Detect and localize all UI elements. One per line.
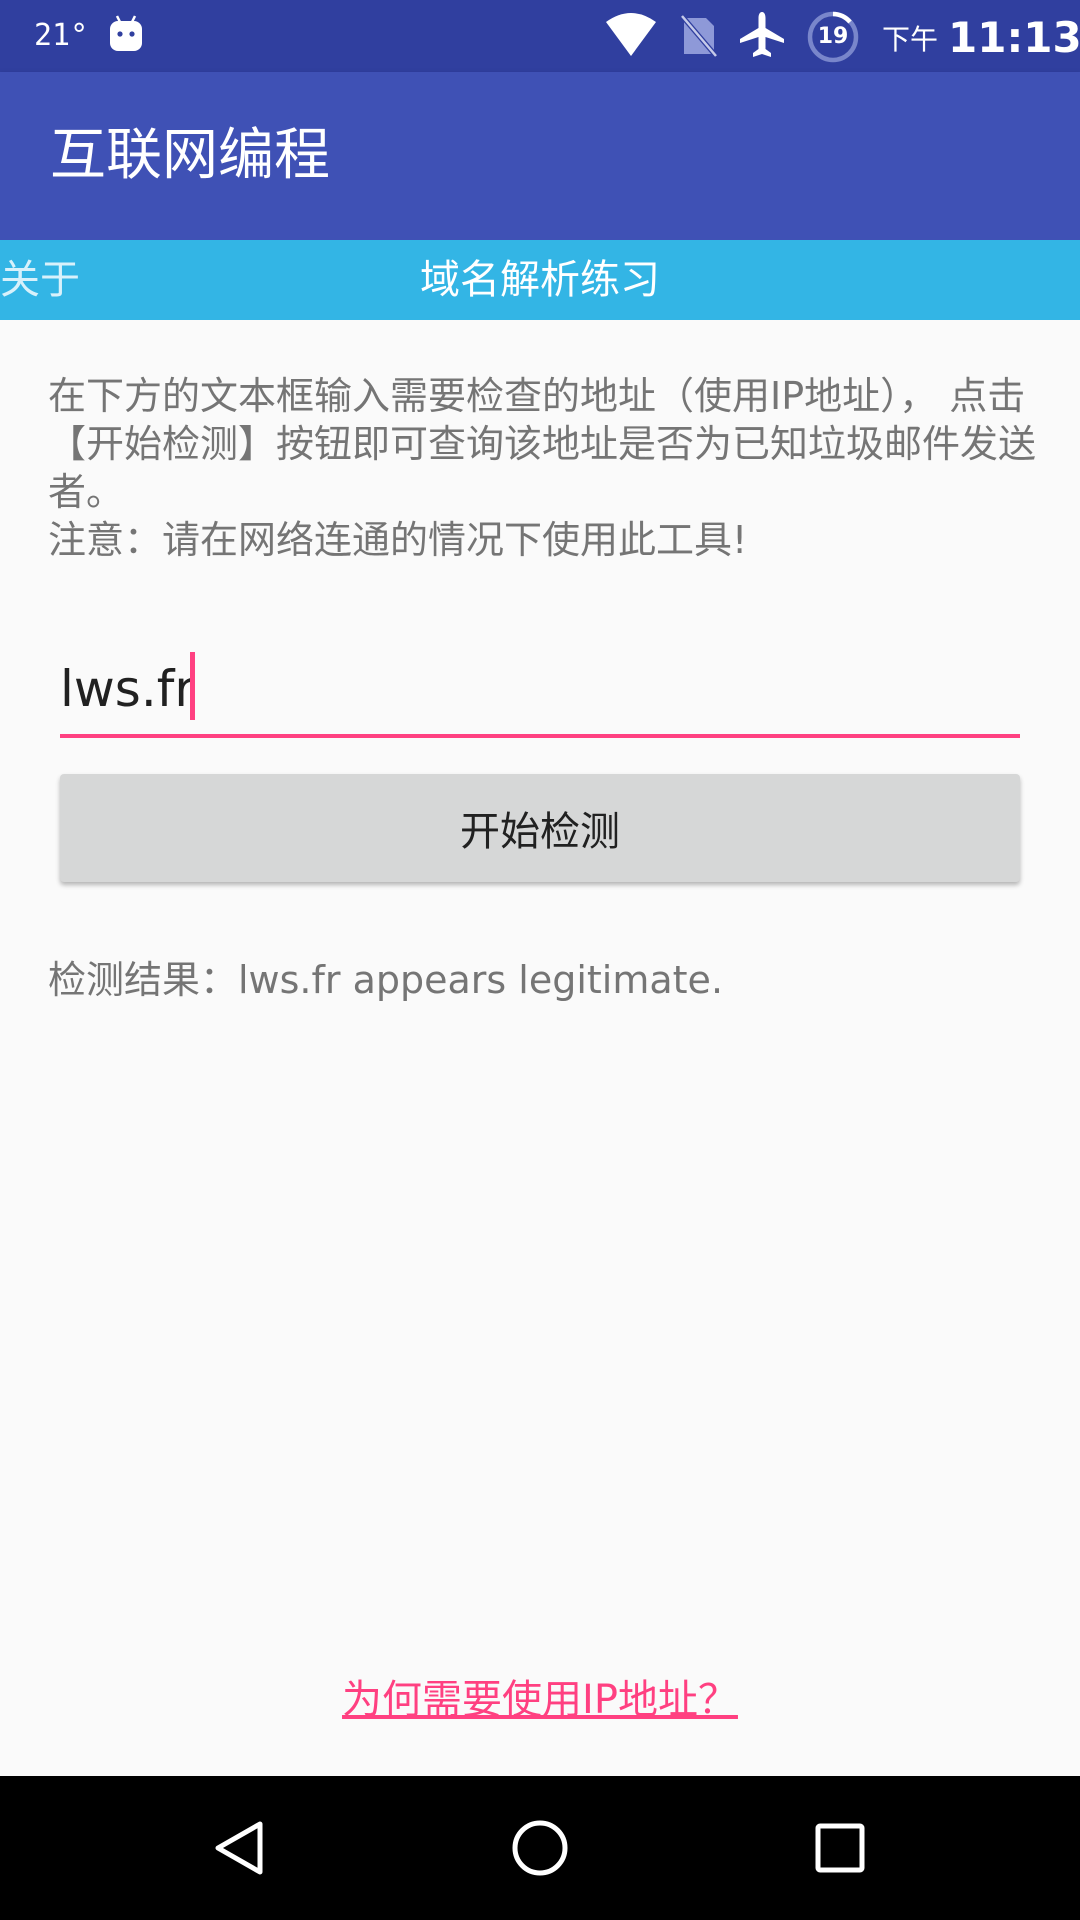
domain-input[interactable] xyxy=(60,648,1020,730)
back-icon[interactable] xyxy=(204,1812,276,1884)
clock-time: 11:13 xyxy=(948,13,1080,62)
instructions-text: 在下方的文本框输入需要检查的地址（使用IP地址）， 点击【开始检测】按钮即可查询… xyxy=(48,372,1038,564)
wifi-icon xyxy=(606,13,656,56)
text-cursor xyxy=(190,652,195,720)
no-sim-icon xyxy=(680,14,718,58)
screen: 21° 19 下午 11:13 互联网编程 域名解析练习 关于 在下方的文本框输… xyxy=(0,0,1080,1920)
start-check-button[interactable]: 开始检测 xyxy=(60,774,1020,882)
about-button[interactable]: 关于 xyxy=(0,258,80,302)
result-text: 检测结果：lws.fr appears legitimate. xyxy=(48,958,724,1002)
android-icon xyxy=(110,15,142,51)
recents-icon[interactable] xyxy=(804,1812,876,1884)
app-bar: 互联网编程 xyxy=(0,72,1080,240)
home-icon[interactable] xyxy=(504,1812,576,1884)
battery-level: 19 xyxy=(817,24,849,49)
instructions-line-2: 注意：请在网络连通的情况下使用此工具! xyxy=(48,518,748,562)
sub-header: 域名解析练习 关于 xyxy=(0,240,1080,320)
clock-ampm: 下午 xyxy=(882,23,939,56)
status-bar: 21° 19 下午 11:13 xyxy=(0,0,1080,72)
sub-header-title: 域名解析练习 xyxy=(420,257,660,303)
domain-input-container xyxy=(60,648,1020,738)
temperature-indicator: 21° xyxy=(34,18,89,53)
why-ip-link[interactable]: 为何需要使用IP地址？ xyxy=(0,1672,1080,1728)
instructions-line-1: 在下方的文本框输入需要检查的地址（使用IP地址）， 点击【开始检测】按钮即可查询… xyxy=(48,374,1037,514)
navigation-bar xyxy=(0,1776,1080,1920)
app-title: 互联网编程 xyxy=(50,123,330,188)
airplane-mode-icon xyxy=(740,12,784,57)
